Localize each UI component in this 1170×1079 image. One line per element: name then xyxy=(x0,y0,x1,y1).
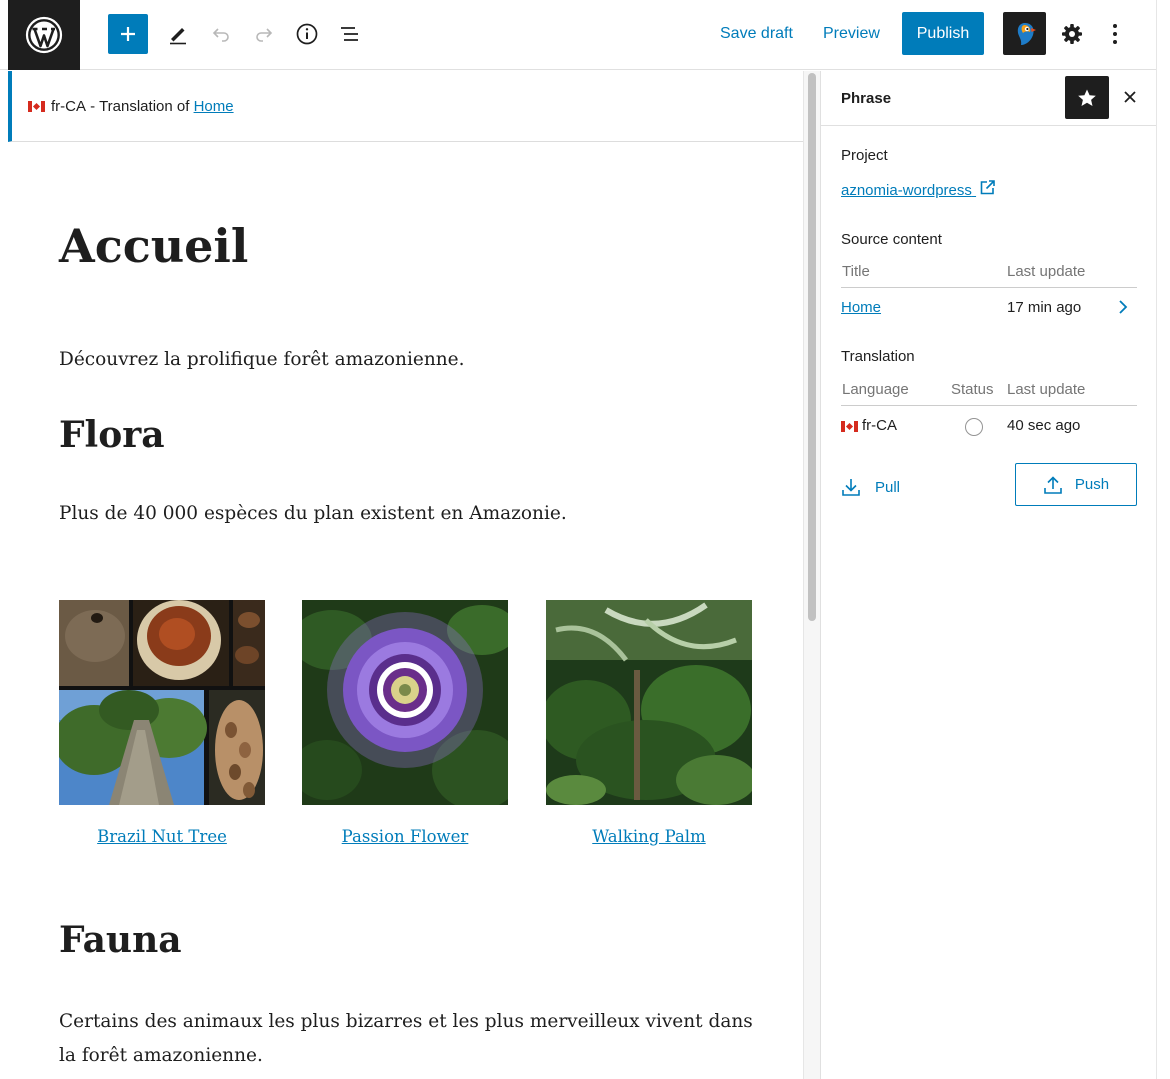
source-col-last-update: Last update xyxy=(1007,263,1086,280)
project-link[interactable]: aznomia-wordpress xyxy=(841,179,996,199)
gear-icon xyxy=(1062,24,1082,44)
undo-icon xyxy=(212,28,229,42)
project-link-text[interactable]: aznomia-wordpress xyxy=(841,182,972,199)
translation-label: Translation xyxy=(841,348,915,365)
more-vertical-icon xyxy=(1113,24,1117,44)
gallery-image-passion-flower[interactable] xyxy=(302,600,508,805)
list-view-button[interactable] xyxy=(330,14,370,54)
close-icon xyxy=(1124,91,1136,103)
notice-locale: fr-CA xyxy=(51,97,86,115)
canada-flag-icon xyxy=(841,420,858,432)
notice-source-link[interactable]: Home xyxy=(194,98,234,115)
gallery-image-brazil-nut-tree[interactable] xyxy=(59,600,265,805)
publish-button[interactable]: Publish xyxy=(902,12,984,55)
translation-language: fr-CA xyxy=(841,417,897,434)
notice-text: - Translation of xyxy=(90,97,190,115)
more-options-button[interactable] xyxy=(1100,14,1130,54)
translation-last-update: 40 sec ago xyxy=(1007,417,1081,434)
download-icon xyxy=(842,479,860,496)
source-title-link[interactable]: Home xyxy=(841,299,881,316)
window-right-edge xyxy=(1156,0,1170,1079)
upload-icon xyxy=(1044,475,1062,494)
star-icon xyxy=(1078,89,1096,106)
gallery-caption-passion-flower[interactable]: Passion Flower xyxy=(302,827,508,846)
external-link-icon xyxy=(980,180,995,195)
phrase-sidebar: Phrase Project aznomia-wordpress Source … xyxy=(820,71,1157,1079)
settings-button[interactable] xyxy=(1055,14,1089,54)
translation-language-code: fr-CA xyxy=(862,417,897,434)
translation-notice: fr-CA - Translation of Home xyxy=(8,71,803,142)
source-table-divider xyxy=(841,287,1137,288)
editor-scrollbar[interactable] xyxy=(803,71,820,1079)
gallery-caption-brazil-nut-tree[interactable]: Brazil Nut Tree xyxy=(59,827,265,846)
sidebar-header: Phrase xyxy=(821,71,1157,126)
canada-flag-icon xyxy=(28,100,45,112)
gallery-caption-walking-palm[interactable]: Walking Palm xyxy=(546,827,752,846)
pull-label: Pull xyxy=(875,478,901,496)
tools-edit-button[interactable] xyxy=(158,14,198,54)
add-block-button[interactable] xyxy=(108,14,148,54)
pin-sidebar-button[interactable] xyxy=(1065,76,1109,119)
wordpress-logo-button[interactable] xyxy=(8,0,80,70)
editor-canvas: fr-CA - Translation of Home Accueil Déco… xyxy=(8,71,803,1079)
pull-button[interactable]: Pull xyxy=(841,475,900,499)
source-content-label: Source content xyxy=(841,231,942,248)
gallery-image-walking-palm[interactable] xyxy=(546,600,752,805)
intro-paragraph[interactable]: Découvrez la prolifique forêt amazonienn… xyxy=(59,349,465,370)
sidebar-title: Phrase xyxy=(841,90,892,107)
plus-icon xyxy=(121,27,135,41)
preview-button[interactable]: Preview xyxy=(823,14,880,54)
phrase-plugin-button[interactable] xyxy=(1003,12,1046,55)
fauna-paragraph[interactable]: Certains des animaux les plus bizarres e… xyxy=(59,1005,759,1073)
fauna-heading[interactable]: Fauna xyxy=(59,919,182,961)
project-label: Project xyxy=(841,147,888,164)
translation-col-status: Status xyxy=(951,381,994,398)
wordpress-logo-icon xyxy=(25,16,63,54)
redo-button[interactable] xyxy=(244,14,284,54)
chevron-right-icon xyxy=(1119,300,1128,314)
scrollbar-thumb[interactable] xyxy=(808,73,816,621)
flora-paragraph[interactable]: Plus de 40 000 espèces du plan existent … xyxy=(59,503,567,524)
save-draft-button[interactable]: Save draft xyxy=(720,14,793,54)
phrase-parrot-icon xyxy=(1017,22,1036,45)
translation-status-icon xyxy=(965,418,983,436)
details-info-button[interactable] xyxy=(287,14,327,54)
editor-top-toolbar: Save draft Preview Publish xyxy=(0,0,1170,70)
post-title[interactable]: Accueil xyxy=(59,219,248,273)
flora-heading[interactable]: Flora xyxy=(59,414,165,456)
push-button[interactable]: Push xyxy=(1015,463,1137,506)
redo-icon xyxy=(256,28,273,42)
list-view-icon xyxy=(341,27,358,41)
source-last-update: 17 min ago xyxy=(1007,299,1082,316)
source-col-title: Title xyxy=(842,263,870,280)
pencil-icon xyxy=(170,28,186,45)
push-label: Push xyxy=(1074,476,1110,493)
undo-button[interactable] xyxy=(201,14,241,54)
close-sidebar-button[interactable] xyxy=(1119,83,1141,111)
translation-col-last-update: Last update xyxy=(1007,381,1086,398)
translation-col-language: Language xyxy=(842,381,909,398)
translation-table-divider xyxy=(841,405,1137,406)
info-icon xyxy=(296,23,318,45)
source-row-open-button[interactable] xyxy=(1115,297,1131,317)
